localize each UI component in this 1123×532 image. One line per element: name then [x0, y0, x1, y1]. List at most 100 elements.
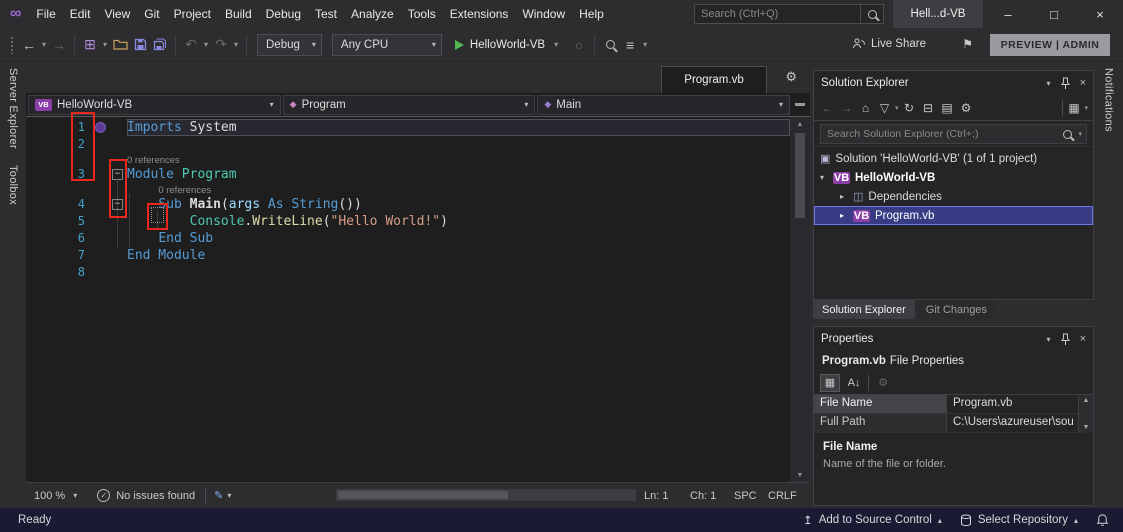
property-row-file-name[interactable]: File Name Program.vb	[814, 395, 1093, 414]
fold-margin[interactable]	[110, 119, 127, 136]
code-text[interactable]: Sub Main(args As String())	[127, 196, 790, 213]
filter-icon[interactable]: ▽	[876, 99, 893, 117]
properties-header[interactable]: Properties ▾ ×	[814, 327, 1093, 351]
line-number[interactable]: 6	[26, 230, 92, 247]
search-icon[interactable]	[1063, 130, 1072, 139]
editor-vertical-scrollbar[interactable]: ▲ ▼	[790, 117, 810, 482]
hot-reload-icon[interactable]: ○	[569, 34, 589, 56]
code-text[interactable]	[127, 136, 790, 153]
nav-forward-icon[interactable]: →	[838, 99, 855, 117]
scrollbar-thumb[interactable]	[338, 491, 508, 499]
property-value[interactable]: C:\Users\azureuser\sou	[947, 414, 1093, 432]
tab-git-changes[interactable]: Git Changes	[917, 300, 996, 319]
collapse-region-icon[interactable]: −	[112, 169, 123, 180]
code-line-8[interactable]: 8	[26, 264, 790, 281]
menu-file[interactable]: File	[29, 3, 62, 25]
navigate-back-icon[interactable]: ←	[19, 34, 39, 56]
code-line-7[interactable]: 7 End Module	[26, 247, 790, 264]
sidebar-tab-server-explorer[interactable]: Server Explorer	[7, 68, 19, 149]
code-cleanup-button[interactable]: ✎ ▾	[206, 489, 239, 502]
code-text[interactable]: Imports System	[127, 119, 790, 136]
expander-expanded-icon[interactable]: ▾	[820, 173, 833, 182]
solution-platforms-combo[interactable]: Any CPU ▾	[332, 34, 442, 56]
document-outline-icon[interactable]: ≡	[620, 34, 640, 56]
fold-margin[interactable]: −	[110, 196, 127, 213]
tree-item-program-vb[interactable]: ▸ VB Program.vb	[814, 206, 1093, 225]
open-file-icon[interactable]	[110, 34, 130, 56]
line-number[interactable]: 5	[26, 213, 92, 230]
line-number[interactable]: 4	[26, 196, 92, 213]
column-indicator[interactable]: Ch: 1	[690, 490, 716, 502]
property-value[interactable]: Program.vb	[947, 395, 1093, 413]
properties-object-selector[interactable]: Program.vb File Properties	[814, 351, 1093, 371]
solution-search-input[interactable]	[821, 128, 1056, 140]
window-menu-chevron-icon[interactable]: ▾	[1047, 335, 1051, 344]
properties-grid-scrollbar[interactable]: ▲ ▼	[1078, 395, 1093, 433]
member-dropdown[interactable]: ◆ Main ▾	[537, 95, 790, 115]
glyph-margin[interactable]	[92, 119, 110, 136]
navigate-back-chevron-icon[interactable]: ▾	[39, 40, 49, 49]
close-panel-icon[interactable]: ×	[1080, 77, 1086, 89]
scrollbar-thumb[interactable]	[795, 133, 805, 218]
show-all-files-icon[interactable]: ▤	[939, 99, 956, 117]
find-in-files-icon[interactable]	[600, 34, 620, 56]
solution-search-box[interactable]: ▾	[820, 124, 1087, 144]
code-editor[interactable]: 1 Imports System 2 0 references 3	[26, 117, 790, 482]
window-menu-chevron-icon[interactable]: ▾	[1047, 79, 1051, 88]
fold-margin[interactable]: −	[110, 166, 127, 183]
menu-help[interactable]: Help	[572, 3, 611, 25]
tab-solution-explorer[interactable]: Solution Explorer	[813, 300, 915, 319]
maximize-button[interactable]: □	[1031, 0, 1077, 28]
pin-icon[interactable]	[1060, 77, 1071, 90]
document-outline-chevron-icon[interactable]: ▾	[640, 40, 650, 49]
solution-configurations-combo[interactable]: Debug ▾	[257, 34, 322, 56]
save-all-icon[interactable]	[150, 34, 170, 56]
search-icon[interactable]	[868, 10, 877, 19]
code-text[interactable]: End Module	[127, 247, 790, 264]
close-button[interactable]: ×	[1077, 0, 1123, 28]
document-settings-gear-icon[interactable]: ⚙	[785, 69, 797, 85]
codelens-references[interactable]: 0 references	[158, 185, 211, 196]
spaces-indicator[interactable]: SPC	[734, 490, 757, 502]
code-line-1[interactable]: 1 Imports System	[26, 119, 790, 136]
menu-extensions[interactable]: Extensions	[443, 3, 516, 25]
undo-icon[interactable]: ↶	[181, 34, 201, 56]
menu-analyze[interactable]: Analyze	[344, 3, 401, 25]
tree-item-project[interactable]: ▾ VB HelloWorld-VB	[814, 168, 1093, 187]
expander-collapsed-icon[interactable]: ▸	[840, 211, 853, 220]
scroll-up-icon[interactable]: ▲	[1083, 397, 1090, 404]
collapse-all-icon[interactable]: ⊟	[920, 99, 937, 117]
property-key[interactable]: File Name	[814, 395, 947, 413]
sidebar-tab-toolbox[interactable]: Toolbox	[7, 165, 19, 205]
property-row-full-path[interactable]: Full Path C:\Users\azureuser\sou	[814, 414, 1093, 433]
expander-collapsed-icon[interactable]: ▸	[840, 192, 853, 201]
solution-explorer-header[interactable]: Solution Explorer ▾ ×	[814, 71, 1093, 95]
quick-search-input[interactable]	[695, 8, 860, 20]
document-tab-program-vb[interactable]: Program.vb	[661, 66, 767, 93]
code-text[interactable]: Console.WriteLine("Hello World!")	[127, 213, 790, 230]
start-debugging-chevron-icon[interactable]: ▾	[551, 40, 561, 49]
tree-item-solution[interactable]: ▣ Solution 'HelloWorld-VB' (1 of 1 proje…	[814, 149, 1093, 168]
send-feedback-icon[interactable]: ⚑	[962, 37, 973, 51]
menu-test[interactable]: Test	[308, 3, 344, 25]
tree-item-dependencies[interactable]: ▸ ◫ Dependencies	[814, 187, 1093, 206]
menu-project[interactable]: Project	[167, 3, 218, 25]
code-text[interactable]	[127, 264, 790, 281]
filter-chevron-icon[interactable]: ▾	[895, 104, 899, 112]
categorized-icon[interactable]: ▦	[820, 374, 840, 392]
redo-icon[interactable]: ↷	[211, 34, 231, 56]
code-line-4[interactable]: 4 − Sub Main(args As String())	[26, 196, 790, 213]
line-number[interactable]: 1	[26, 119, 92, 136]
line-number[interactable]: 2	[26, 136, 92, 153]
code-line-2[interactable]: 2	[26, 136, 790, 153]
nav-back-icon[interactable]: ←	[819, 99, 836, 117]
switch-views-chevron-icon[interactable]: ▾	[1084, 104, 1088, 112]
line-number[interactable]: 7	[26, 247, 92, 264]
visual-studio-logo-icon[interactable]: ∞	[0, 5, 29, 23]
codelens-references[interactable]: 0 references	[127, 155, 180, 166]
notifications-bell-icon[interactable]	[1096, 513, 1109, 527]
alphabetical-sort-icon[interactable]: A↓	[844, 374, 864, 392]
project-dropdown[interactable]: VB HelloWorld-VB ▾	[28, 95, 281, 115]
menu-build[interactable]: Build	[218, 3, 259, 25]
menu-window[interactable]: Window	[515, 3, 572, 25]
